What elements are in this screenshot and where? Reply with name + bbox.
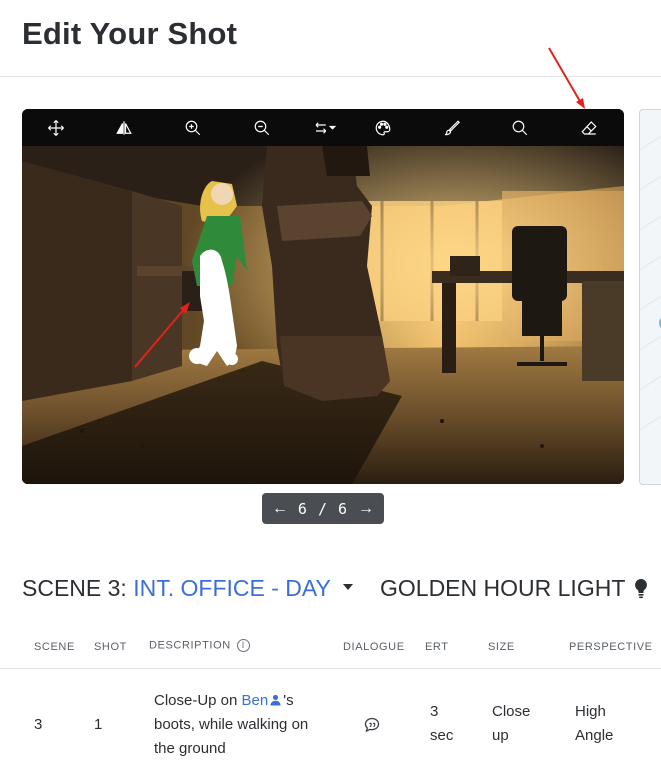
perspective-line1: High [575, 703, 606, 720]
cell-scene: 3 [34, 716, 43, 733]
swap-icon[interactable] [308, 114, 342, 141]
move-icon[interactable] [42, 114, 70, 141]
ert-value: 3 [430, 703, 439, 720]
cell-description[interactable]: Close-Up on Ben's boots, while walking o… [154, 689, 329, 761]
th-dialogue: DIALOGUE [343, 641, 405, 653]
cell-perspective: High Angle [575, 700, 613, 748]
cell-shot: 1 [94, 716, 103, 733]
th-description-label: DESCRIPTION [149, 639, 231, 652]
th-scene: SCENE [34, 641, 75, 653]
speech-bubble-icon[interactable] [364, 717, 380, 733]
scene-prefix: SCENE 3: [22, 575, 127, 601]
prev-arrow-icon[interactable]: ← [272, 500, 288, 518]
zoom-out-icon[interactable] [248, 114, 276, 141]
next-arrow-icon[interactable]: → [358, 500, 374, 518]
th-perspective: PERSPECTIVE [569, 641, 653, 653]
eraser-icon[interactable] [575, 114, 603, 141]
search-icon[interactable] [506, 114, 534, 141]
editor-toolbar [22, 109, 624, 146]
person-icon [270, 694, 281, 706]
shot-table-header: SCENE SHOT DESCRIPTION i DIALOGUE ERT SIZ… [0, 633, 661, 669]
palette-icon[interactable] [369, 114, 397, 141]
brush-icon[interactable] [438, 114, 466, 141]
character-link[interactable]: Ben [242, 692, 269, 709]
annotation-arrow [548, 47, 585, 109]
zoom-in-icon[interactable] [179, 114, 207, 141]
perspective-line2: Angle [575, 727, 614, 744]
th-description: DESCRIPTION i [149, 639, 250, 652]
shot-image-canvas[interactable] [22, 146, 624, 484]
page-title: Edit Your Shot [22, 16, 238, 51]
th-ert: ERT [425, 641, 449, 653]
desc-text-before: Close-Up on [154, 692, 238, 709]
th-size: SIZE [488, 641, 515, 653]
size-line1: Close [492, 703, 531, 720]
ert-unit: sec [430, 727, 454, 744]
th-shot: SHOT [94, 641, 127, 653]
scene-name-link[interactable]: INT. OFFICE - DAY [133, 575, 330, 601]
scene-header: SCENE 3: INT. OFFICE - DAY [22, 575, 353, 602]
table-row[interactable]: 3 1 Close-Up on Ben's boots, while walki… [0, 669, 661, 781]
info-icon[interactable]: i [236, 639, 250, 652]
image-editor [22, 109, 624, 484]
size-line2: up [492, 727, 509, 744]
page-count: 6 / 6 [297, 499, 349, 518]
next-shot-card[interactable] [639, 109, 661, 485]
cell-size: Close up [492, 700, 530, 748]
lightbulb-icon [635, 579, 647, 599]
chevron-down-icon[interactable] [342, 583, 353, 590]
lighting-label: GOLDEN HOUR LIGHT [380, 575, 626, 601]
flip-icon[interactable] [110, 114, 138, 141]
image-pager: ← 6 / 6 → [262, 493, 384, 524]
cell-ert: 3 sec [430, 700, 453, 748]
